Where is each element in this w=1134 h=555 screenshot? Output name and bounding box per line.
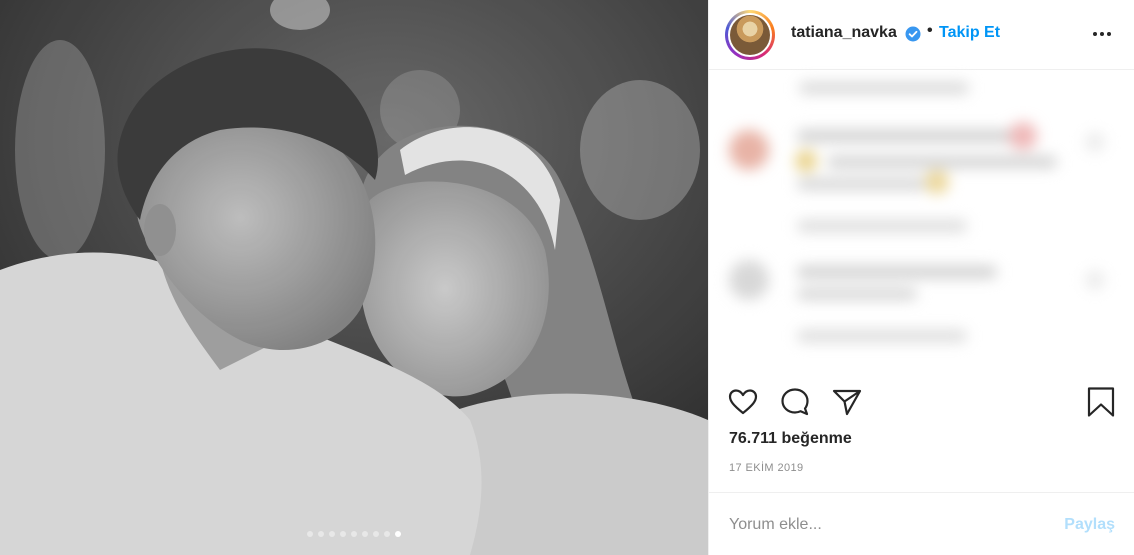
comment-input[interactable] (727, 509, 1051, 541)
carousel-dot (318, 531, 324, 537)
action-bar (709, 380, 1134, 426)
post-side-panel: tatiana_navka • Takip Et 76.711 beğenme … (708, 0, 1134, 555)
avatar-image (730, 15, 770, 55)
carousel-dot (395, 531, 401, 537)
paper-plane-icon[interactable] (831, 386, 863, 418)
follow-button[interactable]: Takip Et (939, 24, 1000, 42)
more-options-icon[interactable] (1091, 26, 1113, 42)
post-media[interactable] (0, 0, 708, 555)
comment-form: Paylaş (709, 492, 1134, 555)
post-comment-button[interactable]: Paylaş (1064, 516, 1115, 534)
verified-badge-icon (905, 26, 921, 42)
post-date[interactable]: 17 EKİM 2019 (729, 462, 804, 474)
carousel-dot (362, 531, 368, 537)
carousel-indicator (0, 531, 708, 537)
carousel-dot (340, 531, 346, 537)
carousel-dot (307, 531, 313, 537)
comments-list-blurred (709, 70, 1134, 380)
post-photo (0, 0, 708, 555)
heart-icon[interactable] (727, 386, 759, 418)
carousel-dot (329, 531, 335, 537)
carousel-dot (384, 531, 390, 537)
username-link[interactable]: tatiana_navka (791, 24, 897, 42)
bookmark-icon[interactable] (1085, 386, 1117, 418)
likes-count[interactable]: 76.711 beğenme (729, 430, 852, 448)
comment-bubble-icon[interactable] (779, 386, 811, 418)
post-header: tatiana_navka • Takip Et (709, 0, 1134, 70)
carousel-dot (373, 531, 379, 537)
carousel-dot (351, 531, 357, 537)
header-separator: • (927, 22, 933, 39)
avatar[interactable] (725, 10, 775, 60)
